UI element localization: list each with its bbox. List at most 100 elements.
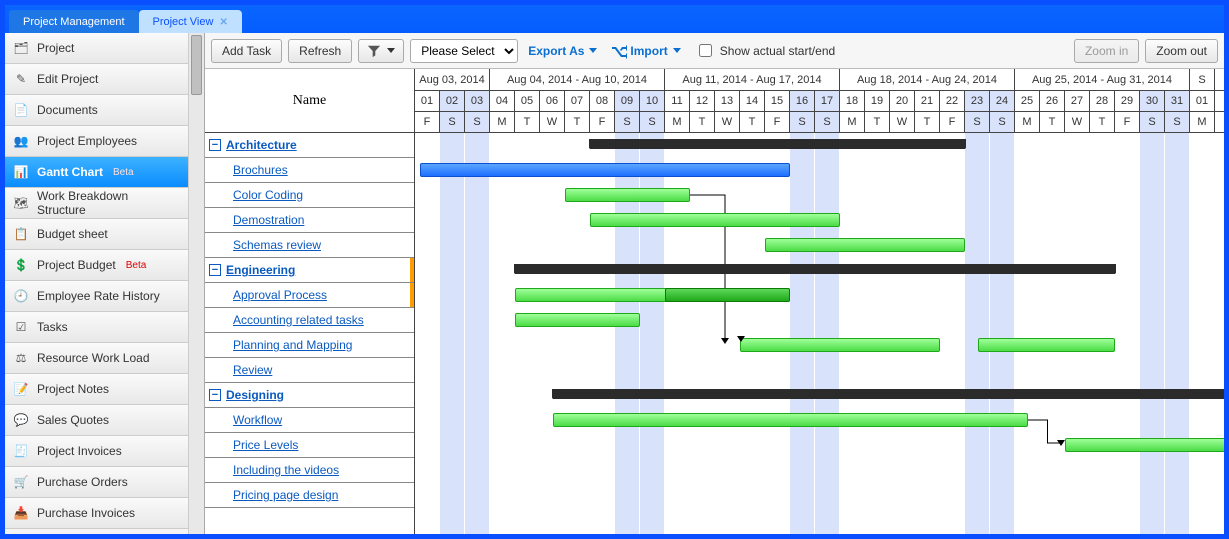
sidebar-item-edit-project[interactable]: ✎Edit Project — [5, 64, 188, 95]
task-link[interactable]: Workflow — [233, 413, 282, 427]
task-link[interactable]: Accounting related tasks — [233, 313, 364, 327]
task-link[interactable]: Price Levels — [233, 438, 298, 452]
task-bar[interactable] — [420, 163, 790, 177]
tab-project-view[interactable]: Project View ✕ — [139, 10, 242, 33]
task-bar[interactable] — [665, 288, 790, 302]
refresh-button[interactable]: Refresh — [288, 39, 352, 63]
close-icon[interactable]: ✕ — [219, 17, 227, 28]
task-row[interactable]: Price Levels — [205, 433, 414, 458]
day-letter-cell: W — [1065, 112, 1090, 132]
summary-bar[interactable] — [553, 389, 1225, 399]
people-icon: 👥 — [13, 133, 29, 149]
task-row[interactable]: Review — [205, 358, 414, 383]
sidebar-scroll-thumb[interactable] — [191, 35, 202, 95]
sidebar-item-resource-work-load[interactable]: ⚖Resource Work Load — [5, 343, 188, 374]
task-row[interactable]: Color Coding — [205, 183, 414, 208]
show-actual-toggle[interactable]: Show actual start/end — [695, 41, 835, 60]
task-group-row[interactable]: −Engineering — [205, 258, 414, 283]
task-bar[interactable] — [765, 238, 965, 252]
task-bar[interactable] — [1065, 438, 1224, 452]
task-link[interactable]: Schemas review — [233, 238, 321, 252]
task-link[interactable]: Including the videos — [233, 463, 339, 477]
day-number-cell: 17 — [815, 91, 840, 111]
task-group-link[interactable]: Architecture — [226, 138, 297, 152]
filter-button[interactable] — [358, 39, 404, 63]
task-bar[interactable] — [978, 338, 1116, 352]
task-bar[interactable] — [515, 313, 640, 327]
show-actual-checkbox[interactable] — [699, 44, 712, 57]
task-row[interactable]: Demostration — [205, 208, 414, 233]
task-row[interactable]: Accounting related tasks — [205, 308, 414, 333]
day-number-cell: 02 — [440, 91, 465, 111]
collapse-toggle-icon[interactable]: − — [209, 139, 221, 151]
sidebar-item-budget-sheet[interactable]: 📋Budget sheet — [5, 219, 188, 250]
task-bar[interactable] — [740, 338, 940, 352]
day-number-cell: 30 — [1140, 91, 1165, 111]
sidebar-item-gantt-chart[interactable]: 📊Gantt ChartBeta — [5, 157, 188, 188]
task-link[interactable]: Demostration — [233, 213, 304, 227]
add-task-button[interactable]: Add Task — [211, 39, 282, 63]
task-group-row[interactable]: −Designing — [205, 383, 414, 408]
task-bar[interactable] — [565, 188, 690, 202]
task-group-row[interactable]: −Architecture — [205, 133, 414, 158]
task-link[interactable]: Pricing page design — [233, 488, 338, 502]
gantt-timeline[interactable]: Aug 03, 2014Aug 04, 2014 - Aug 10, 2014A… — [415, 69, 1224, 534]
sidebar-item-label: Work Breakdown Structure — [37, 189, 180, 217]
task-row[interactable]: Planning and Mapping — [205, 333, 414, 358]
tab-project-management[interactable]: Project Management — [9, 10, 139, 33]
sidebar-item-tasks[interactable]: ☑Tasks — [5, 312, 188, 343]
collapse-toggle-icon[interactable]: − — [209, 389, 221, 401]
task-row[interactable]: Brochures — [205, 158, 414, 183]
zoom-in-button[interactable]: Zoom in — [1074, 39, 1139, 63]
zoom-out-button[interactable]: Zoom out — [1145, 39, 1218, 63]
sidebar-item-purchase-invoices[interactable]: 📥Purchase Invoices — [5, 498, 188, 529]
sidebar-item-sales-quotes[interactable]: 💬Sales Quotes — [5, 405, 188, 436]
task-link[interactable]: Review — [233, 363, 272, 377]
sidebar-item-purchase-orders[interactable]: 🛒Purchase Orders — [5, 467, 188, 498]
sidebar-item-project-invoices[interactable]: 🧾Project Invoices — [5, 436, 188, 467]
sidebar-scrollbar[interactable] — [188, 33, 204, 534]
summary-bar[interactable] — [590, 139, 965, 149]
day-letter-cell: F — [1115, 112, 1140, 132]
day-number-cell: 11 — [665, 91, 690, 111]
day-number-cell: 31 — [1165, 91, 1190, 111]
export-as-menu[interactable]: Export As — [524, 44, 601, 58]
import-menu[interactable]: Import — [607, 43, 684, 59]
sidebar-item-project-employees[interactable]: 👥 Project Employees — [5, 126, 188, 157]
day-number-cell: 28 — [1090, 91, 1115, 111]
day-number-cell: 12 — [690, 91, 715, 111]
sidebar-item-project-notes[interactable]: 📝Project Notes — [5, 374, 188, 405]
day-letter-cell: S — [440, 112, 465, 132]
day-letter-cell: T — [915, 112, 940, 132]
task-link[interactable]: Brochures — [233, 163, 288, 177]
task-link[interactable]: Planning and Mapping — [233, 338, 352, 352]
task-bar[interactable] — [553, 413, 1028, 427]
document-icon: 📄 — [13, 102, 29, 118]
sidebar-item-label: Project Employees — [37, 134, 137, 148]
show-actual-label: Show actual start/end — [720, 44, 835, 58]
task-row[interactable]: Workflow — [205, 408, 414, 433]
tab-label: Project View — [153, 16, 214, 28]
task-group-link[interactable]: Designing — [226, 388, 284, 402]
task-link[interactable]: Color Coding — [233, 188, 303, 202]
task-group-link[interactable]: Engineering — [226, 263, 295, 277]
day-letter-cell: T — [565, 112, 590, 132]
sidebar-item-project[interactable]: 🗂Project — [5, 33, 188, 64]
day-letter-cell: W — [540, 112, 565, 132]
day-number-cell: 01 — [1190, 91, 1215, 111]
sidebar-item-documents[interactable]: 📄Documents — [5, 95, 188, 126]
task-bar[interactable] — [590, 213, 840, 227]
task-row[interactable]: Including the videos — [205, 458, 414, 483]
task-row[interactable]: Approval Process — [205, 283, 414, 308]
sidebar-item-project-budget[interactable]: 💲Project BudgetBeta — [5, 250, 188, 281]
sidebar-item-employee-rate-history[interactable]: 🕘Employee Rate History — [5, 281, 188, 312]
sidebar-item-work-breakdown-structure[interactable]: 🗺Work Breakdown Structure — [5, 188, 188, 219]
sidebar-item-label: Project Invoices — [37, 444, 122, 458]
collapse-toggle-icon[interactable]: − — [209, 264, 221, 276]
task-select[interactable]: Please Select — [410, 39, 518, 63]
day-number-cell: 05 — [515, 91, 540, 111]
summary-bar[interactable] — [515, 264, 1115, 274]
task-row[interactable]: Schemas review — [205, 233, 414, 258]
task-link[interactable]: Approval Process — [233, 288, 327, 302]
task-row[interactable]: Pricing page design — [205, 483, 414, 508]
